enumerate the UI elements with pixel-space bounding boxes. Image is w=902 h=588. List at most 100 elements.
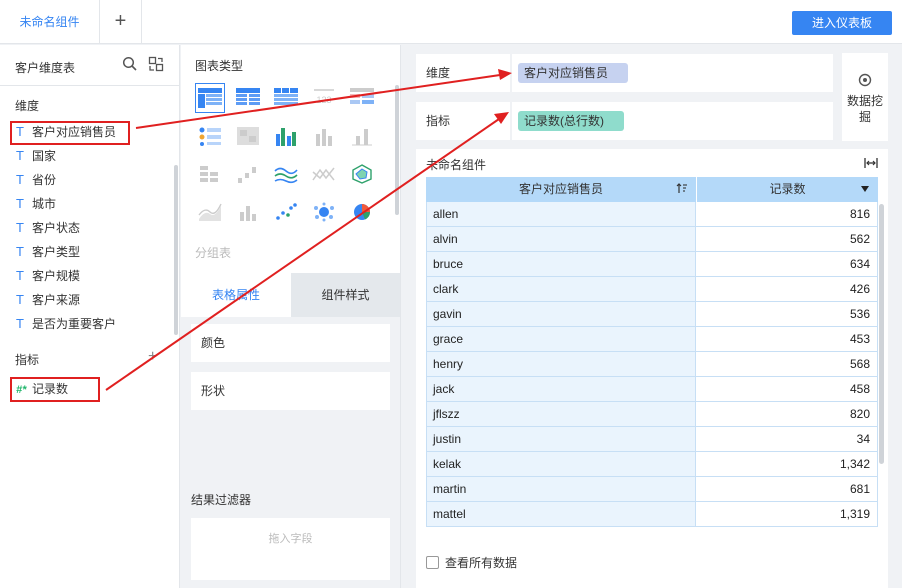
salesperson-cell: jack bbox=[426, 377, 696, 401]
salesperson-cell: grace bbox=[426, 327, 696, 351]
dimension-field-label: 是否为重要客户 bbox=[32, 317, 117, 331]
field-panel: 客户维度表 维度 T 客户对应销售员 T 国家 T 省份 T 城市 T 客户状态 T 客户类… bbox=[0, 45, 180, 588]
record-count-cell: 1,319 bbox=[697, 502, 878, 526]
cross-table-icon[interactable] bbox=[233, 83, 263, 113]
metric-pill[interactable]: 记录数(总行数) bbox=[518, 111, 624, 131]
chart-config-panel: 图表类型 123 分组表 表格属性 组件样式 颜色 形状 结果过滤器 拖入字段 bbox=[181, 45, 401, 588]
column-small-icon[interactable] bbox=[233, 197, 263, 227]
dimension-field-label: 国家 bbox=[32, 149, 57, 163]
heat-table-icon[interactable] bbox=[347, 83, 377, 113]
metric-slot-label: 指标 bbox=[426, 114, 451, 128]
table-row[interactable]: justin 34 bbox=[426, 427, 878, 452]
kpi-icon[interactable]: 123 bbox=[309, 83, 339, 113]
color-property[interactable]: 颜色 bbox=[191, 324, 390, 362]
filter-drop-zone[interactable]: 拖入字段 bbox=[191, 518, 390, 580]
text-type-icon: T bbox=[16, 268, 24, 283]
multi-line-icon[interactable] bbox=[271, 159, 301, 189]
table-row[interactable]: alvin 562 bbox=[426, 227, 878, 252]
chart-type-title: 图表类型 bbox=[195, 59, 244, 73]
column-header-salesperson[interactable]: 客户对应销售员 bbox=[426, 177, 696, 202]
sort-icon[interactable] bbox=[676, 177, 688, 202]
group-table-icon[interactable] bbox=[195, 83, 225, 113]
add-metric-button[interactable]: + bbox=[148, 348, 157, 366]
view-all-data-checkbox[interactable]: 查看所有数据 bbox=[426, 555, 517, 571]
table-row[interactable]: mattel 1,319 bbox=[426, 502, 878, 527]
add-tab-button[interactable]: + bbox=[100, 0, 142, 44]
table-row[interactable]: allen 816 bbox=[426, 202, 878, 227]
salesperson-cell: justin bbox=[426, 427, 696, 451]
record-count-cell: 634 bbox=[697, 252, 878, 276]
table-row[interactable]: grace 453 bbox=[426, 327, 878, 352]
record-count-cell: 820 bbox=[697, 402, 878, 426]
salesperson-cell: bruce bbox=[426, 252, 696, 276]
table-row[interactable]: clark 426 bbox=[426, 277, 878, 302]
dot-matrix-icon[interactable] bbox=[195, 121, 225, 151]
checkbox-box[interactable] bbox=[426, 556, 439, 569]
tab-component-style[interactable]: 组件样式 bbox=[291, 273, 400, 317]
text-type-icon: T bbox=[16, 172, 24, 187]
search-icon[interactable] bbox=[122, 56, 138, 72]
record-count-cell: 34 bbox=[697, 427, 878, 451]
area-icon[interactable] bbox=[195, 197, 225, 227]
grouped-bar-icon[interactable] bbox=[271, 121, 301, 151]
tab-untitled-component[interactable]: 未命名组件 bbox=[0, 0, 100, 44]
dimension-field-label: 省份 bbox=[32, 173, 57, 187]
stacked-bar-icon[interactable] bbox=[195, 159, 225, 189]
divider bbox=[510, 102, 512, 140]
line-icon[interactable] bbox=[309, 159, 339, 189]
dimension-pill[interactable]: 客户对应销售员 bbox=[518, 63, 628, 83]
selected-chart-type-label: 分组表 bbox=[195, 246, 232, 260]
waterfall-icon[interactable] bbox=[233, 159, 263, 189]
chart-type-scrollbar[interactable] bbox=[395, 85, 399, 215]
dimension-field[interactable]: T 客户规模 bbox=[12, 265, 80, 287]
table-body: allen 816 alvin 562 bruce 634 clark 426 gavi… bbox=[426, 202, 878, 527]
metric-slot[interactable]: 指标 记录数(总行数) bbox=[416, 102, 833, 140]
record-count-cell: 1,342 bbox=[697, 452, 878, 476]
column-header-label: 客户对应销售员 bbox=[518, 182, 603, 196]
dimension-slot[interactable]: 维度 客户对应销售员 bbox=[416, 54, 833, 92]
table-row[interactable]: gavin 536 bbox=[426, 302, 878, 327]
dimension-field[interactable]: T 客户类型 bbox=[12, 241, 80, 263]
dimension-field[interactable]: T 省份 bbox=[12, 169, 56, 191]
dimension-field-label: 客户来源 bbox=[32, 293, 81, 307]
switch-table-icon[interactable] bbox=[148, 56, 164, 72]
table-row[interactable]: bruce 634 bbox=[426, 252, 878, 277]
record-count-cell: 458 bbox=[697, 377, 878, 401]
data-mining-button[interactable]: 数据挖掘 bbox=[842, 53, 888, 141]
dimension-field[interactable]: T 客户状态 bbox=[12, 217, 80, 239]
table-row[interactable]: kelak 1,342 bbox=[426, 452, 878, 477]
salesperson-cell: allen bbox=[426, 202, 696, 226]
dimension-field[interactable]: T 客户来源 bbox=[12, 289, 80, 311]
radar-icon[interactable] bbox=[347, 159, 377, 189]
dimension-field-label: 客户规模 bbox=[32, 269, 81, 283]
table-row[interactable]: martin 681 bbox=[426, 477, 878, 502]
dimension-field-label: 城市 bbox=[32, 197, 57, 211]
dimension-slot-label: 维度 bbox=[426, 66, 451, 80]
detail-table-icon[interactable] bbox=[271, 83, 301, 113]
dimension-field[interactable]: T 是否为重要客户 bbox=[12, 313, 116, 335]
column-icon[interactable] bbox=[347, 121, 377, 151]
table-row[interactable]: henry 568 bbox=[426, 352, 878, 377]
table-row[interactable]: jflszz 820 bbox=[426, 402, 878, 427]
bar-icon[interactable] bbox=[309, 121, 339, 151]
salesperson-cell: mattel bbox=[426, 502, 696, 526]
text-type-icon: T bbox=[16, 244, 24, 259]
shape-property[interactable]: 形状 bbox=[191, 372, 390, 410]
dimension-field[interactable]: T 国家 bbox=[12, 145, 56, 167]
metric-section-title: 指标 bbox=[15, 353, 40, 367]
heat-map-icon[interactable] bbox=[233, 121, 263, 151]
tab-table-properties[interactable]: 表格属性 bbox=[181, 273, 291, 317]
scatter-icon[interactable] bbox=[271, 197, 301, 227]
table-row[interactable]: jack 458 bbox=[426, 377, 878, 402]
pie-icon[interactable] bbox=[347, 197, 377, 227]
field-list-scrollbar[interactable] bbox=[174, 165, 178, 335]
dimension-field[interactable]: T 城市 bbox=[12, 193, 56, 215]
table-scrollbar[interactable] bbox=[879, 204, 884, 464]
dropdown-triangle-icon[interactable] bbox=[860, 177, 870, 202]
column-header-record-count[interactable]: 记录数 bbox=[697, 177, 878, 202]
text-type-icon: T bbox=[16, 196, 24, 211]
bubble-icon[interactable] bbox=[309, 197, 339, 227]
enter-dashboard-button[interactable]: 进入仪表板 bbox=[792, 11, 892, 35]
expand-width-icon[interactable] bbox=[864, 156, 878, 170]
component-preview: 未命名组件 客户对应销售员 记录数 allen 816 alvin 562 br… bbox=[416, 149, 888, 588]
